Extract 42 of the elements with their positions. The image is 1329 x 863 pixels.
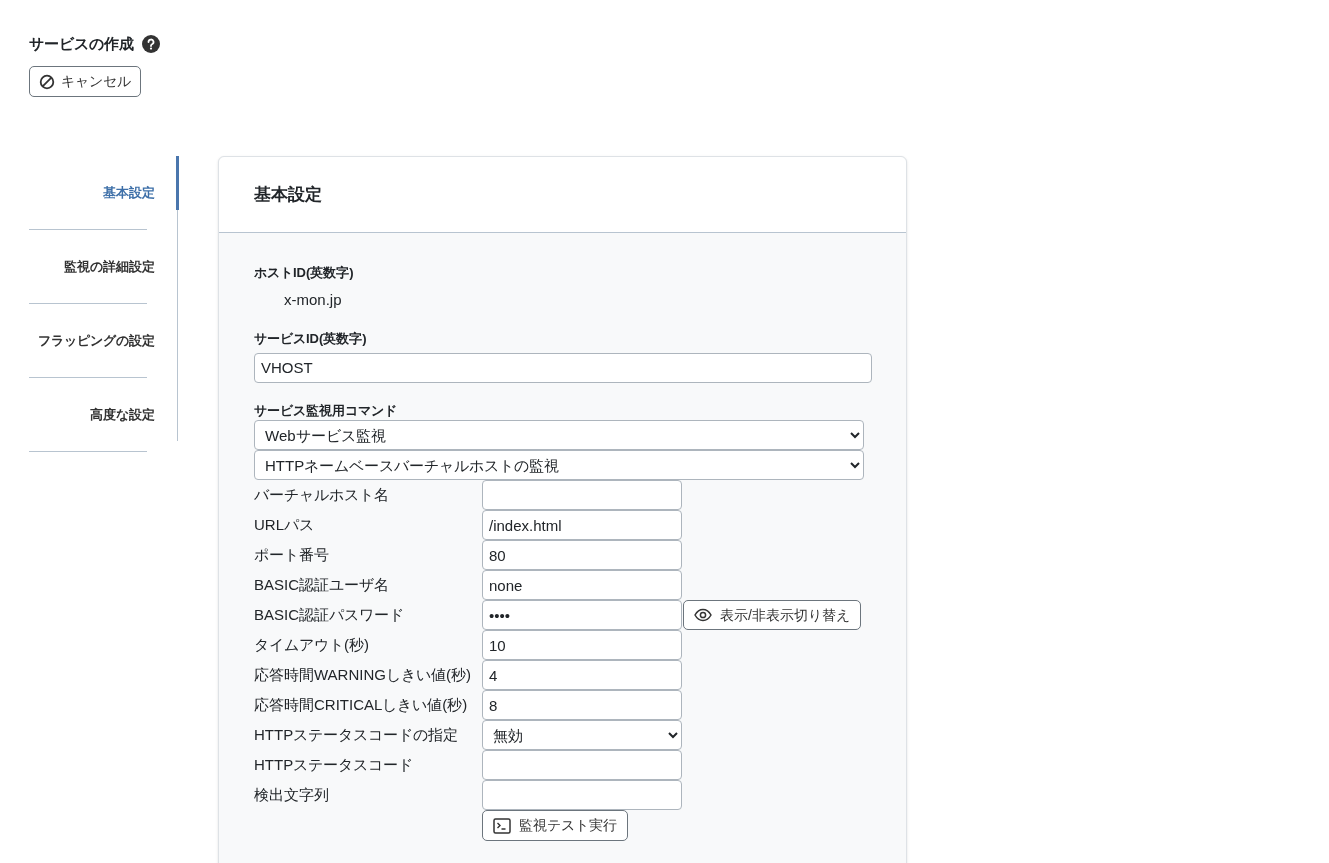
- show-hide-button[interactable]: 表示/非表示切り替え: [683, 600, 861, 630]
- field-label: URLパス: [254, 514, 315, 535]
- field-label: バーチャルホスト名: [254, 484, 390, 505]
- card-title: 基本設定: [254, 183, 322, 206]
- input-field[interactable]: none: [482, 570, 682, 600]
- eye-icon: [694, 608, 712, 622]
- sidebar-item[interactable]: フラッピングの設定: [38, 331, 155, 351]
- field-label: ポート番号: [254, 544, 330, 565]
- host-id-value: x-mon.jp: [283, 289, 343, 310]
- sidebar-item[interactable]: 高度な設定: [90, 405, 155, 425]
- field-label: 応答時間CRITICALしきい値(秒): [254, 694, 469, 715]
- field-label: 応答時間WARNINGしきい値(秒): [254, 664, 472, 685]
- field-label: タイムアウト(秒): [254, 634, 370, 655]
- field-label: ホストID(英数字): [254, 264, 355, 282]
- input-field[interactable]: [482, 780, 682, 810]
- dropdown[interactable]: Webサービス監視: [254, 420, 864, 450]
- input-field[interactable]: 10: [482, 630, 682, 660]
- page-title: サービスの作成: [29, 33, 134, 54]
- input-field[interactable]: 8: [482, 690, 682, 720]
- field-label: サービス監視用コマンド: [254, 401, 398, 420]
- field-label: BASIC認証パスワード: [254, 604, 405, 625]
- field-label: サービスID(英数字): [254, 330, 368, 348]
- input-field[interactable]: [482, 750, 682, 780]
- password-field[interactable]: ••••: [482, 600, 682, 630]
- cancel-button[interactable]: キャンセル: [29, 66, 141, 97]
- cancel-icon: [39, 73, 55, 90]
- field-label: BASIC認証ユーザ名: [254, 574, 390, 595]
- terminal-icon: [493, 817, 511, 834]
- input-field[interactable]: VHOST: [254, 352, 872, 383]
- sidebar-item[interactable]: 基本設定: [103, 183, 155, 203]
- field-label: HTTPステータスコードの指定: [254, 724, 460, 745]
- dropdown[interactable]: 無効: [482, 720, 682, 750]
- help-icon[interactable]: [142, 35, 160, 53]
- input-field[interactable]: 4: [482, 660, 682, 690]
- field-label: HTTPステータスコード: [254, 754, 415, 775]
- input-field[interactable]: /index.html: [482, 510, 682, 540]
- input-field[interactable]: [482, 480, 682, 510]
- input-field[interactable]: 80: [482, 540, 682, 570]
- test-run-button[interactable]: 監視テスト実行: [482, 810, 628, 841]
- field-label: 検出文字列: [254, 784, 330, 805]
- sidebar-item[interactable]: 監視の詳細設定: [64, 257, 155, 277]
- dropdown[interactable]: HTTPネームベースバーチャルホストの監視: [254, 450, 864, 480]
